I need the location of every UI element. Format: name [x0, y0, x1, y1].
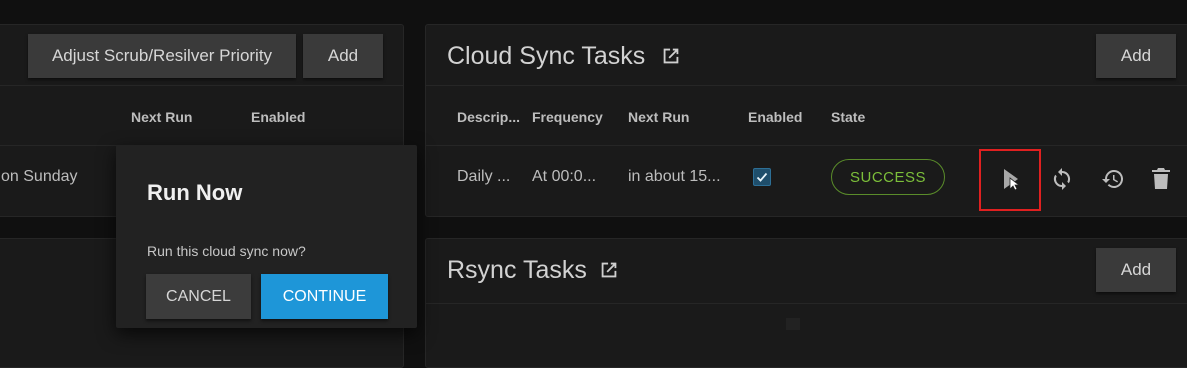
delete-button[interactable]: [1147, 165, 1175, 193]
cloud-sync-card: Cloud Sync Tasks Add Descrip... Frequenc…: [425, 24, 1187, 217]
row-next-run: in about 15...: [628, 168, 721, 185]
run-now-button[interactable]: [997, 165, 1025, 193]
sync-button[interactable]: [1048, 165, 1076, 193]
restore-button[interactable]: [1099, 165, 1127, 193]
column-header-enabled: Enabled: [251, 109, 306, 125]
column-header-frequency[interactable]: Frequency: [532, 109, 603, 125]
column-header-enabled[interactable]: Enabled: [748, 109, 802, 125]
rsync-title: Rsync Tasks: [447, 256, 587, 284]
column-header-state[interactable]: State: [831, 109, 865, 125]
restore-icon: [1102, 169, 1124, 188]
row-frequency: At 00:0...: [532, 168, 597, 185]
sync-icon: [1053, 168, 1071, 190]
continue-button[interactable]: CONTINUE: [261, 274, 388, 319]
run-now-dialog: Run Now Run this cloud sync now? CANCEL …: [116, 145, 417, 328]
external-link-icon[interactable]: [598, 259, 620, 281]
left-add-button[interactable]: Add: [303, 34, 383, 78]
cloud-sync-title: Cloud Sync Tasks: [447, 42, 646, 70]
run-now-icon: [1004, 169, 1021, 191]
delete-icon: [1152, 168, 1170, 189]
column-header-next-run: Next Run: [131, 109, 193, 125]
row-description: Daily ...: [457, 168, 511, 185]
status-badge: SUCCESS: [831, 159, 945, 195]
column-header-description[interactable]: Descrip...: [457, 109, 520, 125]
empty-state-placeholder: [786, 318, 800, 330]
column-header-next-run[interactable]: Next Run: [628, 109, 689, 125]
checkmark-icon: [756, 172, 768, 182]
dialog-message: Run this cloud sync now?: [147, 243, 306, 259]
rsync-card: Rsync Tasks Add: [425, 238, 1187, 368]
divider: [426, 85, 1187, 86]
divider: [0, 85, 403, 86]
dialog-title: Run Now: [147, 180, 243, 205]
cancel-button[interactable]: CANCEL: [146, 274, 251, 319]
enabled-checkbox[interactable]: [753, 168, 771, 186]
row-schedule-text: on Sunday: [1, 168, 78, 185]
rsync-add-button[interactable]: Add: [1096, 248, 1176, 292]
adjust-priority-button[interactable]: Adjust Scrub/Resilver Priority: [28, 34, 296, 78]
divider: [426, 145, 1187, 146]
external-link-icon[interactable]: [660, 45, 682, 67]
divider: [426, 303, 1187, 304]
cloud-sync-add-button[interactable]: Add: [1096, 34, 1176, 78]
